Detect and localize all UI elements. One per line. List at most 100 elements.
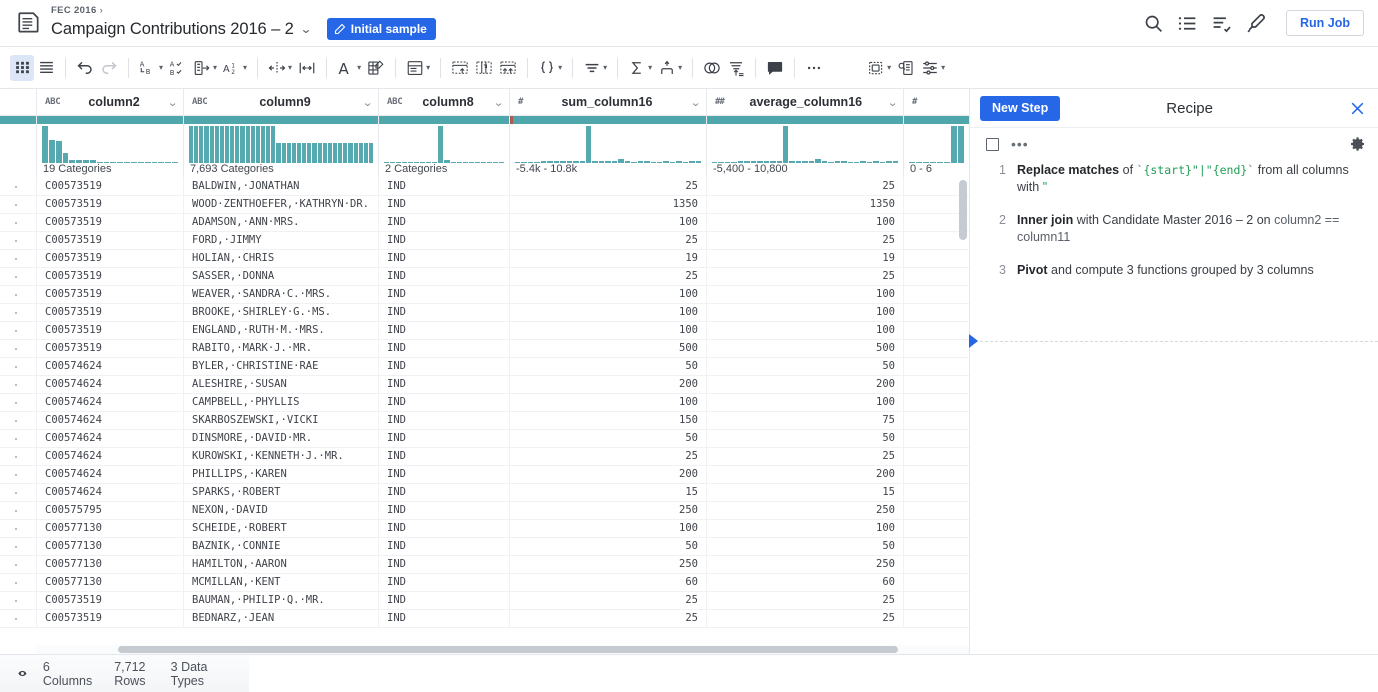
format-number-icon[interactable]: A12 ▾ xyxy=(220,55,250,81)
table-cell-unnamed-5[interactable] xyxy=(903,610,969,627)
sort-icon[interactable]: ▾ xyxy=(580,55,610,81)
union-icon[interactable] xyxy=(700,55,724,81)
table-cell-column2[interactable]: C00577130 xyxy=(36,538,183,555)
table-cell-sum_column16[interactable]: 200 xyxy=(509,466,706,483)
table-cell-column2[interactable]: C00577130 xyxy=(36,574,183,591)
table-cell-column2[interactable]: C00573519 xyxy=(36,250,183,267)
table-cell-column2[interactable]: C00573519 xyxy=(36,592,183,609)
table-cell-column2[interactable]: C00577130 xyxy=(36,556,183,573)
column-header-column8[interactable]: ABCcolumn8⌄ xyxy=(378,89,509,116)
table-cell-average_column16[interactable]: 100 xyxy=(706,322,903,339)
select-region-icon[interactable]: ▾ xyxy=(864,55,894,81)
recipe-step[interactable]: 1Replace matches of `{start}"|"{end}` fr… xyxy=(986,162,1364,196)
recipe-step-text[interactable]: Pivot and compute 3 functions grouped by… xyxy=(1017,262,1364,279)
table-cell-sum_column16[interactable]: 250 xyxy=(509,502,706,519)
table-cell-column9[interactable]: BEDNARZ,·JEAN xyxy=(183,610,378,627)
table-cell-column2[interactable]: C00577130 xyxy=(36,520,183,537)
table-cell-sum_column16[interactable]: 60 xyxy=(509,574,706,591)
table-cell-column8[interactable]: IND xyxy=(378,268,509,285)
eyedropper-icon[interactable] xyxy=(1245,13,1266,34)
table-row[interactable]: C00573519SASSER,·DONNAIND2525 xyxy=(0,268,969,286)
grid-view-icon[interactable] xyxy=(10,55,34,81)
table-row[interactable]: C00573519BROOKE,·SHIRLEY·G.·MS.IND100100 xyxy=(0,304,969,322)
gear-icon[interactable] xyxy=(1350,136,1366,152)
table-row[interactable]: C00574624SKARBOSZEWSKI,·VICKIIND15075 xyxy=(0,412,969,430)
extract-icon[interactable]: ▾ xyxy=(190,55,220,81)
table-cell-column9[interactable]: SPARKS,·ROBERT xyxy=(183,484,378,501)
table-row[interactable]: C00573519HOLIAN,·CHRISIND1919 xyxy=(0,250,969,268)
table-cell-average_column16[interactable]: 250 xyxy=(706,502,903,519)
table-cell-sum_column16[interactable]: 50 xyxy=(509,538,706,555)
table-cell-unnamed-5[interactable] xyxy=(903,592,969,609)
table-cell-column2[interactable]: C00573519 xyxy=(36,178,183,195)
list-icon[interactable] xyxy=(1177,13,1198,34)
table-cell-column9[interactable]: DINSMORE,·DAVID·MR. xyxy=(183,430,378,447)
table-cell-unnamed-5[interactable] xyxy=(903,340,969,357)
table-cell-column9[interactable]: RABITO,·MARK·J.·MR. xyxy=(183,340,378,357)
run-job-button[interactable]: Run Job xyxy=(1286,10,1364,36)
braces-icon[interactable]: ▾ xyxy=(535,55,565,81)
table-row[interactable]: C00573519ENGLAND,·RUTH·M.·MRS.IND100100 xyxy=(0,322,969,340)
table-cell-column2[interactable]: C00573519 xyxy=(36,610,183,627)
summarize-icon[interactable] xyxy=(724,55,748,81)
table-row[interactable]: C00577130BAZNIK,·CONNIEIND5050 xyxy=(0,538,969,556)
table-cell-column8[interactable]: IND xyxy=(378,430,509,447)
column-edit-icon[interactable] xyxy=(364,55,388,81)
table-row[interactable]: C00577130SCHEIDE,·ROBERTIND100100 xyxy=(0,520,969,538)
table-cell-average_column16[interactable]: 100 xyxy=(706,394,903,411)
table-cell-column9[interactable]: HAMILTON,·AARON xyxy=(183,556,378,573)
table-cell-average_column16[interactable]: 25 xyxy=(706,178,903,195)
table-cell-sum_column16[interactable]: 1350 xyxy=(509,196,706,213)
table-cell-sum_column16[interactable]: 500 xyxy=(509,340,706,357)
table-cell-average_column16[interactable]: 50 xyxy=(706,430,903,447)
table-row[interactable]: C00574624ALESHIRE,·SUSANIND200200 xyxy=(0,376,969,394)
column-histogram-sum_column16[interactable]: -5.4k - 10.8k xyxy=(509,116,706,178)
table-cell-column9[interactable]: BAUMAN,·PHILIP·Q.·MR. xyxy=(183,592,378,609)
chevron-down-icon[interactable]: ⌄ xyxy=(690,96,701,109)
table-cell-unnamed-5[interactable] xyxy=(903,430,969,447)
table-cell-column9[interactable]: ENGLAND,·RUTH·M.·MRS. xyxy=(183,322,378,339)
table-cell-sum_column16[interactable]: 19 xyxy=(509,250,706,267)
table-cell-unnamed-5[interactable] xyxy=(903,268,969,285)
table-cell-column9[interactable]: FORD,·JIMMY xyxy=(183,232,378,249)
table-cell-sum_column16[interactable]: 15 xyxy=(509,484,706,501)
table-row[interactable]: C00574624BYLER,·CHRISTINE·RAEIND5050 xyxy=(0,358,969,376)
table-cell-average_column16[interactable]: 500 xyxy=(706,340,903,357)
table-cell-column8[interactable]: IND xyxy=(378,322,509,339)
table-cell-unnamed-5[interactable] xyxy=(903,412,969,429)
table-cell-sum_column16[interactable]: 25 xyxy=(509,448,706,465)
transpose-icon[interactable] xyxy=(496,55,520,81)
table-cell-average_column16[interactable]: 25 xyxy=(706,610,903,627)
table-cell-unnamed-5[interactable] xyxy=(903,502,969,519)
table-cell-column2[interactable]: C00573519 xyxy=(36,286,183,303)
column-header-unnamed-5[interactable]: # xyxy=(903,89,969,116)
column-header-column2[interactable]: ABCcolumn2⌄ xyxy=(36,89,183,116)
table-row[interactable]: C00573519ADAMSON,·ANN·MRS.IND100100 xyxy=(0,214,969,232)
table-row[interactable]: C00573519RABITO,·MARK·J.·MR.IND500500 xyxy=(0,340,969,358)
chevron-down-icon[interactable]: ⌄ xyxy=(493,96,504,109)
table-cell-average_column16[interactable]: 100 xyxy=(706,520,903,537)
table-cell-column9[interactable]: WOOD·ZENTHOEFER,·KATHRYN·DR. xyxy=(183,196,378,213)
table-cell-sum_column16[interactable]: 50 xyxy=(509,358,706,375)
table-cell-average_column16[interactable]: 50 xyxy=(706,538,903,555)
table-cell-sum_column16[interactable]: 100 xyxy=(509,394,706,411)
table-cell-column9[interactable]: BROOKE,·SHIRLEY·G.·MS. xyxy=(183,304,378,321)
close-icon[interactable] xyxy=(1349,100,1366,117)
table-cell-column8[interactable]: IND xyxy=(378,538,509,555)
table-cell-column8[interactable]: IND xyxy=(378,358,509,375)
column-histogram-average_column16[interactable]: -5,400 - 10,800 xyxy=(706,116,903,178)
chevron-down-icon[interactable]: ⌄ xyxy=(887,96,898,109)
table-row[interactable]: C00577130HAMILTON,·AARONIND250250 xyxy=(0,556,969,574)
chevron-down-icon[interactable]: ⌄ xyxy=(299,23,312,35)
table-cell-column8[interactable]: IND xyxy=(378,610,509,627)
table-cell-column2[interactable]: C00573519 xyxy=(36,340,183,357)
table-cell-average_column16[interactable]: 50 xyxy=(706,358,903,375)
row-filter-icon[interactable]: ▾ xyxy=(403,55,433,81)
column-histogram-unnamed-5[interactable]: 0 - 6 xyxy=(903,116,969,178)
table-cell-column9[interactable]: MCMILLAN,·KENT xyxy=(183,574,378,591)
initial-sample-chip[interactable]: Initial sample xyxy=(327,18,436,40)
table-row[interactable]: C00573519WOOD·ZENTHOEFER,·KATHRYN·DR.IND… xyxy=(0,196,969,214)
table-cell-average_column16[interactable]: 25 xyxy=(706,268,903,285)
table-cell-column9[interactable]: NEXON,·DAVID xyxy=(183,502,378,519)
table-cell-column9[interactable]: SCHEIDE,·ROBERT xyxy=(183,520,378,537)
